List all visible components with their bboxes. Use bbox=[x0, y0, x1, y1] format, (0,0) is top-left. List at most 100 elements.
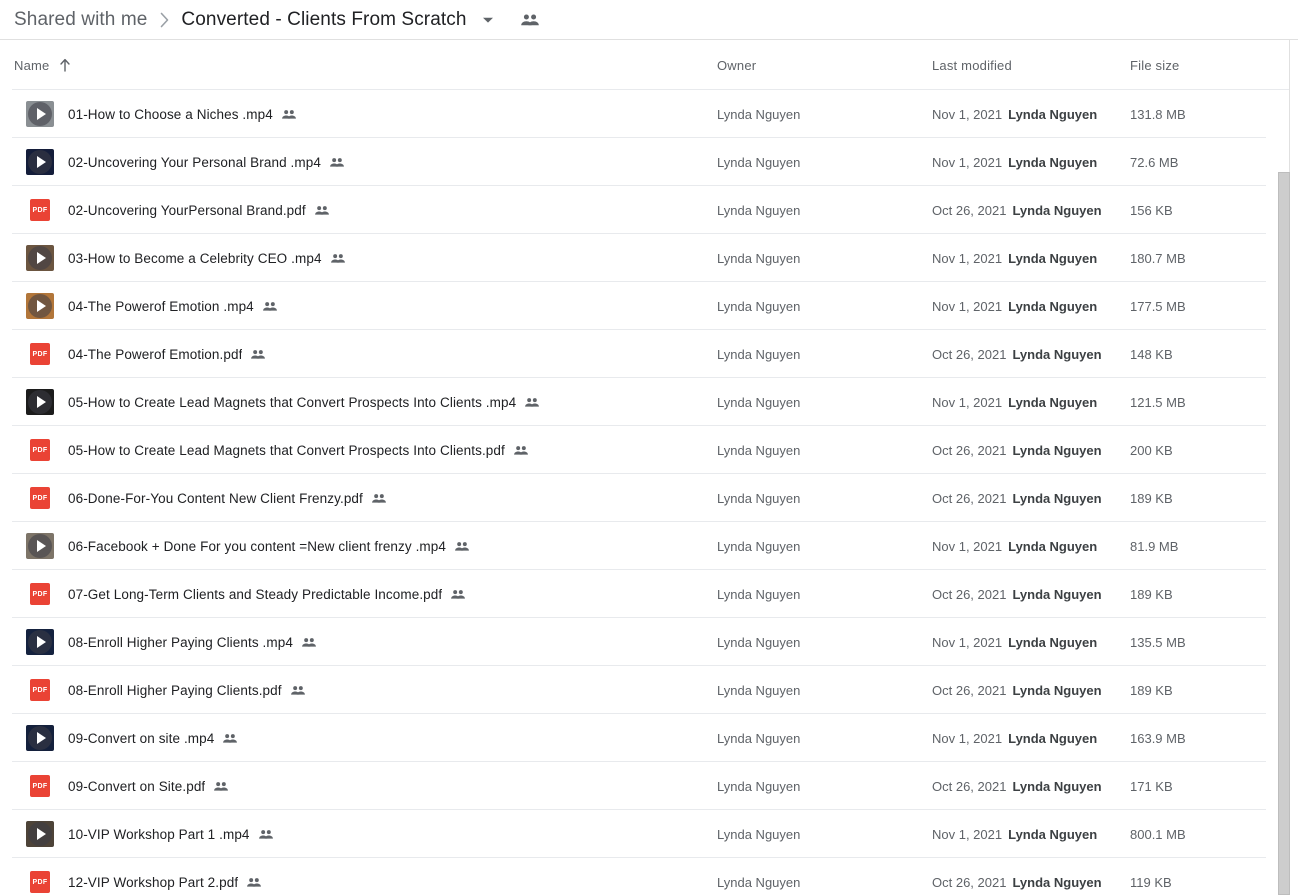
people-shared-icon[interactable] bbox=[519, 9, 541, 31]
table-row[interactable]: 04-The Powerof Emotion .mp4 Lynda Nguyen N… bbox=[0, 282, 1290, 330]
table-row[interactable]: 03-How to Become a Celebrity CEO .mp4 Lyn… bbox=[0, 234, 1290, 282]
last-modified-by: Lynda Nguyen bbox=[1012, 442, 1102, 458]
chevron-down-icon[interactable] bbox=[479, 11, 497, 29]
file-name[interactable]: 06-Done-For-You Content New Client Frenz… bbox=[68, 491, 363, 506]
file-last-modified: Nov 1, 2021 Lynda Nguyen bbox=[932, 251, 1097, 266]
file-list[interactable]: 01-How to Choose a Niches .mp4 Lynda Nguy… bbox=[0, 90, 1290, 895]
file-size: 81.9 MB bbox=[1130, 538, 1179, 554]
table-row[interactable]: 10-VIP Workshop Part 1 .mp4 Lynda Nguyen N… bbox=[0, 810, 1290, 858]
file-owner: Lynda Nguyen bbox=[717, 778, 801, 794]
last-modified-by: Lynda Nguyen bbox=[1008, 826, 1098, 842]
last-modified-by: Lynda Nguyen bbox=[1012, 490, 1102, 506]
pdf-badge: PDF bbox=[30, 487, 50, 509]
column-header-file-size[interactable]: File size bbox=[1130, 40, 1179, 90]
table-row[interactable]: 09-Convert on site .mp4 Lynda Nguyen Nov 1… bbox=[0, 714, 1290, 762]
shared-people-icon bbox=[513, 442, 529, 458]
pdf-badge: PDF bbox=[30, 343, 50, 365]
last-modified-by: Lynda Nguyen bbox=[1008, 634, 1098, 650]
last-modified-by: Lynda Nguyen bbox=[1012, 586, 1102, 602]
table-row[interactable]: 02-Uncovering Your Personal Brand .mp4 Ly… bbox=[0, 138, 1290, 186]
file-name[interactable]: 04-The Powerof Emotion .mp4 bbox=[68, 299, 254, 314]
table-row[interactable]: PDF 05-How to Create Lead Magnets that Co… bbox=[0, 426, 1290, 474]
file-name[interactable]: 09-Convert on site .mp4 bbox=[68, 731, 214, 746]
table-row[interactable]: 06-Facebook + Done For you content =New … bbox=[0, 522, 1290, 570]
table-row[interactable]: PDF 04-The Powerof Emotion.pdf Lynda Nguye… bbox=[0, 330, 1290, 378]
breadcrumb-shared-with-me[interactable]: Shared with me bbox=[14, 9, 147, 31]
last-modified-by: Lynda Nguyen bbox=[1008, 250, 1098, 266]
table-row[interactable]: PDF 02-Uncovering YourPersonal Brand.pdf L… bbox=[0, 186, 1290, 234]
shared-people-icon bbox=[290, 682, 306, 698]
play-triangle-icon bbox=[37, 636, 46, 648]
column-header-last-modified[interactable]: Last modified bbox=[932, 40, 1012, 90]
column-header-name-label: Name bbox=[14, 57, 50, 73]
file-name[interactable]: 05-How to Create Lead Magnets that Conve… bbox=[68, 443, 505, 458]
vertical-scrollbar-track[interactable] bbox=[1290, 40, 1298, 895]
sort-ascending-arrow-icon bbox=[58, 58, 72, 72]
file-owner: Lynda Nguyen bbox=[717, 106, 801, 122]
video-thumbnail bbox=[26, 725, 54, 751]
video-thumbnail-icon bbox=[26, 820, 54, 848]
table-row[interactable]: PDF 07-Get Long-Term Clients and Steady P… bbox=[0, 570, 1290, 618]
vertical-scrollbar-thumb[interactable] bbox=[1278, 172, 1290, 895]
shared-people-icon bbox=[246, 874, 262, 890]
file-name[interactable]: 03-How to Become a Celebrity CEO .mp4 bbox=[68, 251, 322, 266]
table-row[interactable]: PDF 12-VIP Workshop Part 2.pdf Lynda Nguye… bbox=[0, 858, 1290, 895]
file-owner: Lynda Nguyen bbox=[717, 442, 801, 458]
video-thumbnail bbox=[26, 629, 54, 655]
play-triangle-icon bbox=[37, 540, 46, 552]
file-size: 135.5 MB bbox=[1130, 634, 1186, 650]
file-name[interactable]: 06-Facebook + Done For you content =New … bbox=[68, 539, 446, 554]
file-name[interactable]: 08-Enroll Higher Paying Clients.pdf bbox=[68, 683, 282, 698]
last-modified-date: Nov 1, 2021 bbox=[932, 250, 1003, 266]
file-last-modified: Nov 1, 2021 Lynda Nguyen bbox=[932, 299, 1097, 314]
file-name[interactable]: 08-Enroll Higher Paying Clients .mp4 bbox=[68, 635, 293, 650]
play-triangle-icon bbox=[37, 828, 46, 840]
shared-people-icon bbox=[301, 634, 317, 650]
table-row[interactable]: PDF 08-Enroll Higher Paying Clients.pdf Ly… bbox=[0, 666, 1290, 714]
last-modified-date: Oct 26, 2021 bbox=[932, 682, 1007, 698]
table-row[interactable]: 01-How to Choose a Niches .mp4 Lynda Nguy… bbox=[0, 90, 1290, 138]
last-modified-by: Lynda Nguyen bbox=[1012, 874, 1102, 890]
column-header-last-modified-label: Last modified bbox=[932, 57, 1012, 73]
last-modified-date: Nov 1, 2021 bbox=[932, 538, 1003, 554]
breadcrumb-current-folder[interactable]: Converted - Clients From Scratch bbox=[181, 9, 466, 31]
column-header-owner[interactable]: Owner bbox=[717, 40, 756, 90]
shared-people-icon bbox=[250, 346, 266, 362]
last-modified-date: Oct 26, 2021 bbox=[932, 586, 1007, 602]
file-last-modified: Nov 1, 2021 Lynda Nguyen bbox=[932, 539, 1097, 554]
file-name[interactable]: 09-Convert on Site.pdf bbox=[68, 779, 205, 794]
file-size: 121.5 MB bbox=[1130, 394, 1186, 410]
file-name[interactable]: 07-Get Long-Term Clients and Steady Pred… bbox=[68, 587, 442, 602]
table-row[interactable]: 08-Enroll Higher Paying Clients .mp4 Lynd… bbox=[0, 618, 1290, 666]
file-size: 189 KB bbox=[1130, 586, 1173, 602]
file-last-modified: Nov 1, 2021 Lynda Nguyen bbox=[932, 827, 1097, 842]
file-owner: Lynda Nguyen bbox=[717, 682, 801, 698]
shared-people-icon bbox=[524, 394, 540, 410]
shared-people-icon bbox=[314, 202, 330, 218]
last-modified-date: Nov 1, 2021 bbox=[932, 298, 1003, 314]
file-name[interactable]: 12-VIP Workshop Part 2.pdf bbox=[68, 875, 238, 890]
shared-people-icon bbox=[371, 490, 387, 506]
pdf-badge: PDF bbox=[30, 775, 50, 797]
file-size: 163.9 MB bbox=[1130, 730, 1186, 746]
file-name[interactable]: 01-How to Choose a Niches .mp4 bbox=[68, 107, 273, 122]
file-name[interactable]: 10-VIP Workshop Part 1 .mp4 bbox=[68, 827, 250, 842]
column-header-name[interactable]: Name bbox=[14, 40, 72, 90]
video-thumbnail-icon bbox=[26, 628, 54, 656]
file-name[interactable]: 04-The Powerof Emotion.pdf bbox=[68, 347, 242, 362]
last-modified-by: Lynda Nguyen bbox=[1012, 682, 1102, 698]
file-name[interactable]: 02-Uncovering YourPersonal Brand.pdf bbox=[68, 203, 306, 218]
table-row[interactable]: 05-How to Create Lead Magnets that Conve… bbox=[0, 378, 1290, 426]
last-modified-by: Lynda Nguyen bbox=[1008, 298, 1098, 314]
table-row[interactable]: PDF 06-Done-For-You Content New Client Fr… bbox=[0, 474, 1290, 522]
file-name[interactable]: 05-How to Create Lead Magnets that Conve… bbox=[68, 395, 516, 410]
file-name[interactable]: 02-Uncovering Your Personal Brand .mp4 bbox=[68, 155, 321, 170]
file-size: 72.6 MB bbox=[1130, 154, 1179, 170]
column-header-file-size-label: File size bbox=[1130, 57, 1180, 73]
table-row[interactable]: PDF 09-Convert on Site.pdf Lynda Nguyen Oct… bbox=[0, 762, 1290, 810]
file-size: 148 KB bbox=[1130, 346, 1173, 362]
file-last-modified: Nov 1, 2021 Lynda Nguyen bbox=[932, 155, 1097, 170]
last-modified-date: Nov 1, 2021 bbox=[932, 826, 1003, 842]
shared-people-icon bbox=[454, 538, 470, 554]
video-thumbnail bbox=[26, 245, 54, 271]
